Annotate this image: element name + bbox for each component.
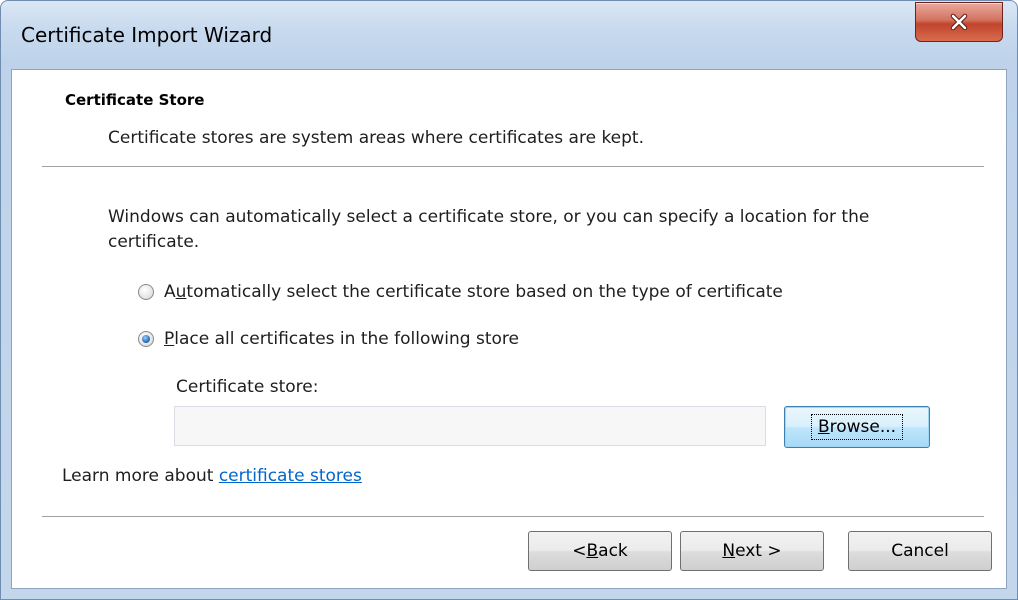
auto-select-radio[interactable] — [138, 284, 154, 300]
dialog-window: Certificate Import Wizard Certificate St… — [0, 0, 1018, 600]
auto-select-label[interactable]: Automatically select the certificate sto… — [164, 282, 783, 302]
title-bar[interactable]: Certificate Import Wizard — [1, 1, 1017, 69]
place-in-store-radio[interactable] — [138, 331, 154, 347]
certificate-store-field[interactable] — [174, 406, 766, 446]
certificate-stores-link[interactable]: certificate stores — [219, 466, 362, 486]
place-in-store-label[interactable]: Place all certificates in the following … — [164, 329, 519, 349]
certificate-store-label: Certificate store: — [176, 377, 319, 397]
section-description: Certificate stores are system areas wher… — [108, 128, 645, 148]
back-button[interactable]: < Back — [528, 531, 672, 571]
learn-more-text: Learn more about certificate stores — [62, 466, 362, 486]
section-title: Certificate Store — [65, 91, 205, 109]
browse-button[interactable]: Browse... — [784, 406, 930, 448]
header-divider — [42, 166, 984, 168]
intro-text: Windows can automatically select a certi… — [108, 207, 870, 252]
window-title: Certificate Import Wizard — [21, 23, 273, 47]
wizard-content: Certificate Store Certificate stores are… — [11, 69, 1007, 589]
cancel-button[interactable]: Cancel — [848, 531, 992, 571]
auto-select-option[interactable]: Automatically select the certificate sto… — [138, 282, 783, 302]
footer-divider — [42, 516, 984, 518]
next-button[interactable]: Next > — [680, 531, 824, 571]
place-in-store-option[interactable]: Place all certificates in the following … — [138, 329, 519, 349]
close-icon — [950, 13, 968, 31]
close-button[interactable] — [915, 2, 1003, 42]
